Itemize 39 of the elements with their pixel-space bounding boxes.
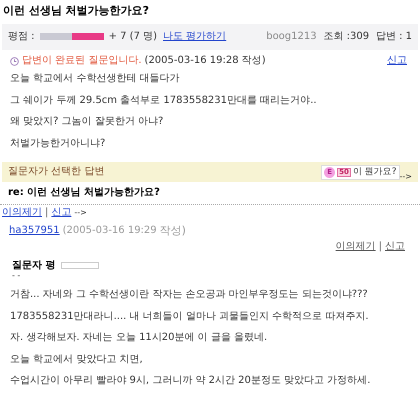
question-text: 왜 맞았지? 그놈이 잘못한거 아냐?: [10, 116, 164, 129]
answer-text: 1783558231만대라니.... 내 너희들이 얼마나 괴물들인지 수학적으로 따져주지.: [10, 310, 370, 323]
answer-author-link[interactable]: ha357951: [9, 224, 60, 238]
answers-count: : 1: [399, 30, 412, 43]
link-separator: |: [378, 241, 382, 254]
views-label: 조회: [324, 30, 344, 43]
report-link[interactable]: 신고: [51, 206, 72, 220]
answer-text: 수업시간이 아무리 빨라야 9시, 그러니까 약 2시간 20분정도 맞았다고 가정하세.: [10, 375, 372, 388]
answer-text: 거참... 자네와 그 수학선생이란 작자는 손오공과 마인부우정도는 되는것이냐???: [10, 289, 369, 302]
objection-link[interactable]: 이의제기: [336, 241, 376, 254]
answer-title: re: 이런 선생님 처벌가능한가요?: [7, 187, 161, 200]
question-date: (2005-03-16 19:28 작성): [144, 54, 266, 68]
review-label: 질문자 평: [12, 260, 56, 272]
question-text: 그 쉐이가 두께 29.5cm 출석부로 1783558231만대를 때리는거야..: [10, 94, 318, 108]
review-rating-box: [61, 262, 100, 270]
link-arrow: -->: [74, 208, 87, 218]
question-text: 오늘 학교에서 수학선생한테 대들다가: [10, 73, 181, 86]
review-text: - -: [11, 272, 22, 280]
author-id: boog1213: [266, 30, 317, 43]
band-arrow: -->: [400, 172, 412, 182]
band-label: 질문자가 선택한 답변: [8, 166, 104, 178]
page-title: 이런 선생님 처벌가능한가요?: [2, 3, 150, 18]
rating-label: 평점 :: [8, 30, 35, 43]
rating-score: + 7 (7 명): [108, 30, 158, 43]
clock-icon: [10, 56, 19, 66]
answer-text: 자. 생각해보자. 자네는 오늘 11시20분에 이 글을 올렸네.: [10, 332, 268, 344]
rate-link[interactable]: 나도 평가하기: [163, 30, 226, 43]
question-text: 처벌가능한거아니냐?: [10, 138, 106, 150]
answer-date-suffix: 작성): [160, 224, 186, 238]
objection-link[interactable]: 이의제기: [2, 206, 42, 220]
link-separator: |: [45, 206, 48, 220]
report-link[interactable]: 신고: [387, 54, 407, 68]
views-count: :309: [346, 30, 370, 43]
answers-label: 답변: [376, 30, 396, 43]
answer-date: (2005-03-16 19:29: [62, 224, 157, 238]
report-link[interactable]: 신고: [385, 241, 405, 254]
answer-text: 오늘 학교에서 맞았다고 치면,: [10, 354, 144, 366]
status-message: 답변이 완료된 질문입니다.: [22, 54, 142, 68]
badge-text: 이 뭔가요?: [352, 166, 397, 178]
